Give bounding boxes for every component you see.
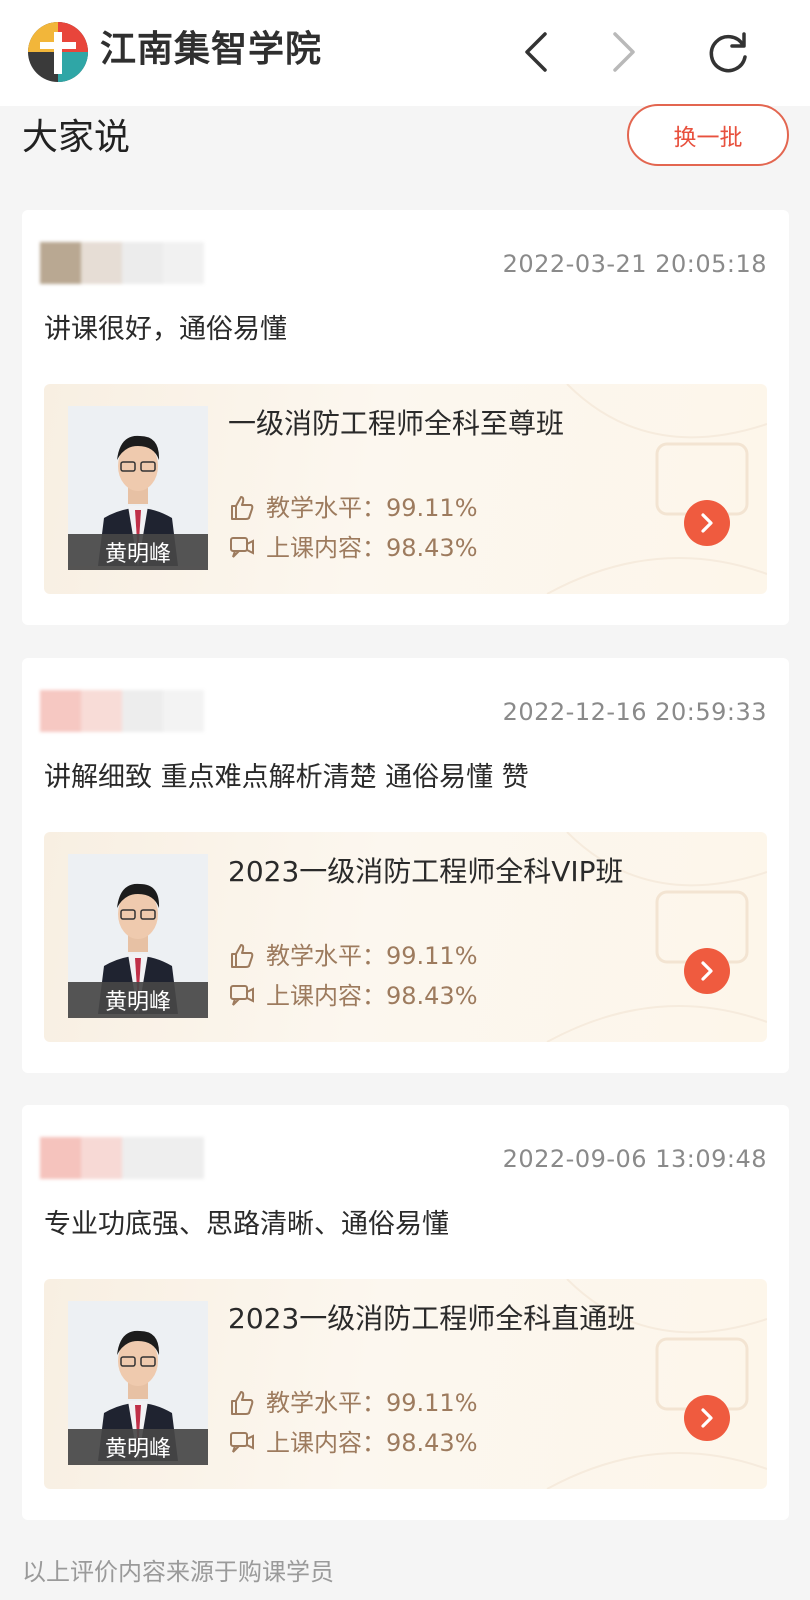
course-title: 一级消防工程师全科至尊班 xyxy=(228,407,565,440)
chat-icon xyxy=(228,534,256,562)
teaching-stat: 教学水平：99.11% xyxy=(228,1387,478,1419)
reviewer-avatar xyxy=(40,1137,204,1179)
review-comment: 专业功底强、思路清晰、通俗易懂 xyxy=(44,1209,449,1240)
course-title: 2023一级消防工程师全科VIP班 xyxy=(228,855,624,888)
avatar-block xyxy=(40,1137,81,1179)
brand-logo xyxy=(28,22,88,82)
reviewer-avatar xyxy=(40,242,204,284)
review-card: 2022-03-21 20:05:18 讲课很好，通俗易懂 黄明峰 一级消防工程… xyxy=(22,210,789,625)
watermark-decoration xyxy=(44,842,64,1032)
avatar-block xyxy=(40,242,81,284)
content-stat-text: 上课内容：98.43% xyxy=(266,1429,478,1457)
course-card[interactable]: 黄明峰 2023一级消防工程师全科直通班 教学水平：99.11% 上课内容：98… xyxy=(44,1279,767,1489)
watermark-decoration xyxy=(44,1289,64,1479)
back-button[interactable] xyxy=(510,26,562,78)
chevron-right-icon xyxy=(701,513,713,533)
go-to-course-button[interactable] xyxy=(684,1395,730,1441)
avatar-block xyxy=(81,242,122,284)
review-card: 2022-09-06 13:09:48 专业功底强、思路清晰、通俗易懂 黄明峰 … xyxy=(22,1105,789,1520)
content-stat: 上课内容：98.43% xyxy=(228,980,478,1012)
watermark-decoration xyxy=(44,394,64,584)
teaching-stat: 教学水平：99.11% xyxy=(228,940,478,972)
reviewer-avatar xyxy=(40,690,204,732)
avatar-block xyxy=(122,1137,163,1179)
chevron-right-icon xyxy=(701,961,713,981)
teacher-name: 黄明峰 xyxy=(68,1429,208,1465)
course-title: 2023一级消防工程师全科直通班 xyxy=(228,1302,636,1335)
chevron-right-icon xyxy=(613,32,635,72)
go-to-course-button[interactable] xyxy=(684,948,730,994)
review-date: 2022-03-21 20:05:18 xyxy=(502,250,767,278)
section-title: 大家说 xyxy=(22,117,131,158)
content-stat: 上课内容：98.43% xyxy=(228,532,478,564)
course-card[interactable]: 黄明峰 一级消防工程师全科至尊班 教学水平：99.11% 上课内容：98.43% xyxy=(44,384,767,594)
avatar-block xyxy=(81,690,122,732)
review-card: 2022-12-16 20:59:33 讲解细致 重点难点解析清楚 通俗易懂 赞… xyxy=(22,658,789,1073)
content-stat-text: 上课内容：98.43% xyxy=(266,534,478,562)
swap-batch-button[interactable]: 换一批 xyxy=(627,104,789,166)
teaching-stat: 教学水平：99.11% xyxy=(228,492,478,524)
thumb-up-icon xyxy=(228,942,256,970)
reload-icon xyxy=(709,32,747,73)
chevron-left-icon xyxy=(525,32,547,72)
chevron-right-icon xyxy=(701,1408,713,1428)
review-date: 2022-09-06 13:09:48 xyxy=(502,1145,767,1173)
thumb-up-icon xyxy=(228,1389,256,1417)
chat-icon xyxy=(228,982,256,1010)
avatar-block xyxy=(40,690,81,732)
review-comment: 讲课很好，通俗易懂 xyxy=(44,314,287,345)
content-stat-text: 上课内容：98.43% xyxy=(266,982,478,1010)
teaching-stat-text: 教学水平：99.11% xyxy=(266,494,478,522)
teaching-stat-text: 教学水平：99.11% xyxy=(266,1389,478,1417)
avatar-block xyxy=(163,242,204,284)
top-bar: 江南集智学院 xyxy=(0,0,810,106)
reload-button[interactable] xyxy=(702,26,754,78)
avatar-block xyxy=(122,242,163,284)
course-card[interactable]: 黄明峰 2023一级消防工程师全科VIP班 教学水平：99.11% 上课内容：9… xyxy=(44,832,767,1042)
review-comment: 讲解细致 重点难点解析清楚 通俗易懂 赞 xyxy=(44,762,529,793)
teacher-name: 黄明峰 xyxy=(68,534,208,570)
teacher-name: 黄明峰 xyxy=(68,982,208,1018)
review-date: 2022-12-16 20:59:33 xyxy=(502,698,767,726)
avatar-block xyxy=(122,690,163,732)
content-stat: 上课内容：98.43% xyxy=(228,1427,478,1459)
go-to-course-button[interactable] xyxy=(684,500,730,546)
thumb-up-icon xyxy=(228,494,256,522)
forward-button[interactable] xyxy=(598,26,650,78)
footer-note: 以上评价内容来源于购课学员 xyxy=(22,1558,334,1586)
teaching-stat-text: 教学水平：99.11% xyxy=(266,942,478,970)
brand-name: 江南集智学院 xyxy=(100,29,323,70)
chat-icon xyxy=(228,1429,256,1457)
avatar-block xyxy=(163,690,204,732)
avatar-block xyxy=(81,1137,122,1179)
avatar-block xyxy=(163,1137,204,1179)
